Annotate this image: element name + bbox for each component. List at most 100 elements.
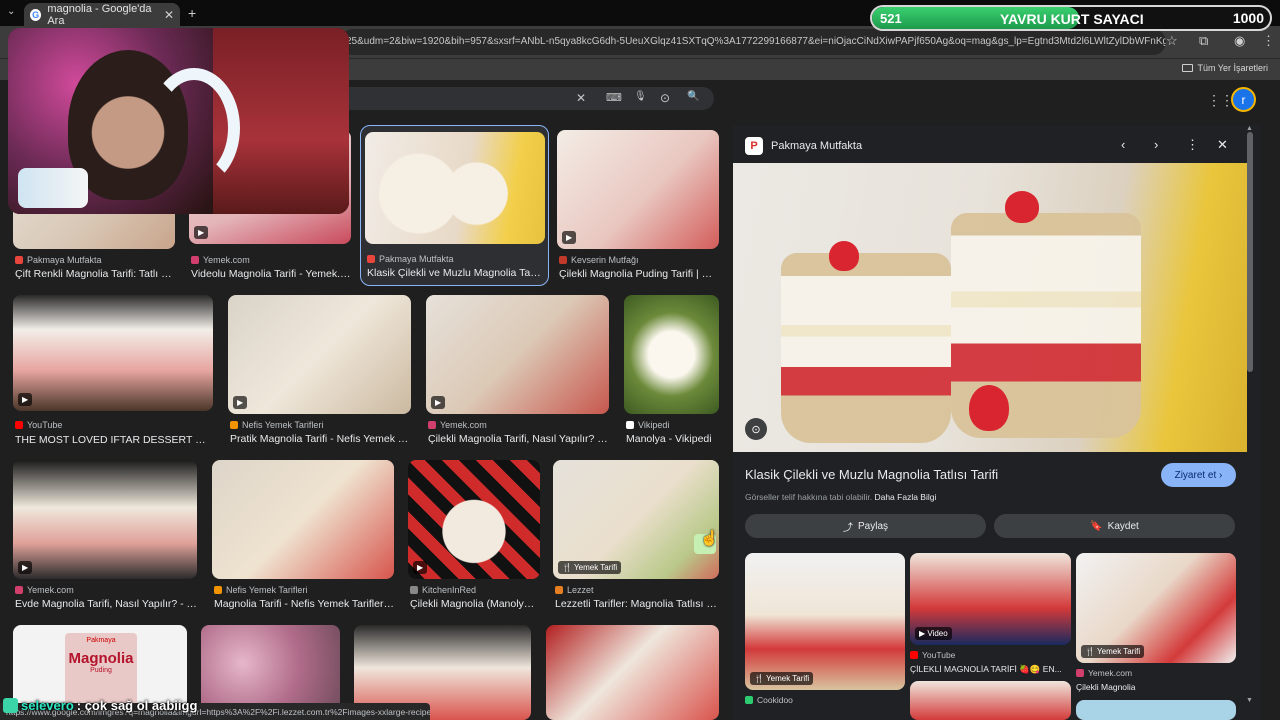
visit-button[interactable]: Ziyaret et › (1161, 463, 1236, 487)
mic-icon[interactable]: 🎙 (634, 91, 647, 102)
result-thumbnail[interactable]: ▶ (13, 295, 213, 411)
related-title[interactable]: ÇİLEKLİ MAGNOLİA TARİFİ 🍓😋 EN... (910, 664, 1071, 675)
scroll-down-icon[interactable]: ▼ (1246, 697, 1253, 704)
panel-source[interactable]: P Pakmaya Mutfakta (745, 137, 862, 155)
chat-message: : çok sağ ol aabiigg (76, 698, 198, 713)
visual-search-icon[interactable]: ⊙ (745, 418, 767, 440)
result-thumbnail[interactable]: 🍴 Yemek Tarifi (553, 460, 719, 579)
recipe-badge: 🍴 Yemek Tarifi (1081, 645, 1145, 658)
share-button[interactable]: ⤴ Paylaş (745, 514, 986, 538)
result-thumbnail[interactable]: ▶ (228, 295, 411, 414)
result-card[interactable]: ▶ Nefis Yemek Tarifleri Pratik Magnolia … (228, 295, 411, 450)
result-title[interactable]: Çift Renkli Magnolia Tarifi: Tatlı Se... (15, 268, 175, 280)
related-image[interactable] (1076, 700, 1236, 720)
result-card[interactable]: ▶ KitchenInRed Çilekli Magnolia (Manolya… (408, 460, 540, 615)
next-image-icon[interactable]: › (1154, 137, 1158, 152)
prev-image-icon[interactable]: ‹ (1121, 137, 1125, 152)
result-title[interactable]: Çilekli Magnolia Puding Tarifi | Ke... (559, 268, 719, 280)
save-button[interactable]: 🔖 Kaydet (994, 514, 1235, 538)
panel-title[interactable]: Klasik Çilekli ve Muzlu Magnolia Tatlısı… (745, 467, 998, 482)
new-tab-icon[interactable]: + (188, 5, 196, 21)
scroll-up-icon[interactable]: ▲ (1246, 125, 1253, 132)
counter-max: 1000 (1232, 10, 1264, 26)
result-source: Lezzet (555, 585, 594, 595)
result-title[interactable]: Klasik Çilekli ve Muzlu Magnolia Tatlıs.… (367, 267, 543, 279)
recipe-badge: 🍴 Yemek Tarifi (750, 672, 814, 685)
related-image[interactable]: ▶ Video (910, 553, 1071, 645)
recipe-badge: 🍴 Yemek Tarifi (558, 561, 622, 574)
search-box[interactable]: ✕ ⌨ 🎙 ⊙ 🔍 (340, 87, 714, 110)
result-card[interactable]: ▶ Yemek.com Çilekli Magnolia Tarifi, Nas… (426, 295, 609, 450)
result-thumbnail[interactable] (365, 132, 545, 244)
related-source: Yemek.com (1076, 668, 1132, 678)
profile-icon[interactable]: ◉ (1234, 33, 1245, 49)
share-label: Paylaş (857, 520, 888, 532)
result-card[interactable]: Vikipedi Manolya - Vikipedi (624, 295, 719, 450)
related-image[interactable]: 🍴 Yemek Tarifi (1076, 553, 1236, 663)
video-badge: ▶ (18, 561, 33, 574)
result-card[interactable]: ▶ Yemek.com Evde Magnolia Tarifi, Nasıl … (13, 460, 197, 615)
keyboard-icon[interactable]: ⌨ (606, 91, 622, 104)
tab-search-icon[interactable]: ⌄ (7, 6, 15, 17)
address-bar[interactable]: 25&udm=2&biw=1920&bih=957&sxsrf=ANbL-n5q… (340, 29, 1166, 55)
result-thumbnail[interactable] (212, 460, 394, 579)
result-card[interactable]: ▶ YouTube THE MOST LOVED IFTAR DESSERT 🍹… (13, 295, 213, 450)
result-title[interactable]: Videolu Magnolia Tarifi - Yemek.com (191, 268, 351, 280)
bookmark-star-icon[interactable]: ☆ (1166, 33, 1178, 49)
result-thumbnail[interactable]: ▶ (408, 460, 540, 579)
result-source: Kevserin Mutfağı (559, 255, 639, 265)
result-card[interactable] (546, 625, 719, 720)
preview-image[interactable] (733, 163, 1247, 452)
related-source: Cookidoo (745, 695, 793, 705)
google-favicon-icon: G (30, 8, 42, 21)
result-card[interactable]: Nefis Yemek Tarifleri Magnolia Tarifi - … (212, 460, 394, 615)
save-label: Kaydet (1107, 520, 1139, 532)
video-badge: ▶ (562, 231, 577, 244)
result-title[interactable]: Magnolia Tarifi - Nefis Yemek Tarifleri … (214, 598, 394, 610)
search-icon[interactable]: 🔍 (687, 91, 699, 102)
all-bookmarks-label: Tüm Yer İşaretleri (1197, 63, 1268, 73)
video-badge: ▶ (413, 561, 428, 574)
copyright-note: Görseller telif hakkına tabi olabilir. D… (745, 492, 937, 502)
result-thumbnail[interactable]: ▶ (426, 295, 609, 414)
result-title[interactable]: Lezzetli Tarifler: Magnolia Tatlısı N... (555, 598, 719, 610)
close-panel-icon[interactable]: ✕ (1217, 137, 1228, 153)
counter-current: 521 (880, 11, 902, 26)
related-title[interactable]: Çilekli Magnolia (1076, 682, 1236, 692)
browser-menu-icon[interactable]: ⋮ (1262, 33, 1275, 49)
mouse-cursor-icon: ☝ (700, 530, 719, 547)
result-title[interactable]: Evde Magnolia Tarifi, Nasıl Yapılır? - Y… (15, 598, 197, 610)
product-sub: Puding (90, 667, 112, 674)
result-thumbnail[interactable]: ▶ (557, 130, 719, 249)
clear-search-icon[interactable]: ✕ (576, 91, 586, 105)
result-title[interactable]: Pratik Magnolia Tarifi - Nefis Yemek Tar… (230, 433, 411, 445)
account-avatar[interactable]: r (1231, 87, 1256, 112)
learn-more-link[interactable]: Daha Fazla Bilgi (874, 492, 936, 502)
related-image[interactable] (910, 681, 1071, 720)
result-card-selected[interactable]: Pakmaya Mutfakta Klasik Çilekli ve Muzlu… (365, 132, 545, 282)
result-title[interactable]: Çilekli Magnolia (Manolya) ... (410, 598, 540, 610)
more-options-icon[interactable]: ⋮ (1186, 137, 1199, 153)
tab-google-search[interactable]: G magnolia - Google'da Ara ✕ (24, 2, 180, 27)
result-title[interactable]: THE MOST LOVED IFTAR DESSERT 🍹 S... (15, 433, 213, 446)
result-card[interactable]: ▶ Kevserin Mutfağı Çilekli Magnolia Pudi… (557, 130, 719, 285)
result-title[interactable]: Manolya - Vikipedi (626, 433, 719, 445)
result-thumbnail[interactable]: ▶ (13, 460, 197, 579)
related-image[interactable]: 🍴 Yemek Tarifi (745, 553, 905, 690)
result-thumbnail[interactable] (624, 295, 719, 414)
source-logo-icon: P (745, 137, 763, 155)
product-brand: Pakmaya (86, 637, 116, 644)
all-bookmarks-button[interactable]: Tüm Yer İşaretleri (1182, 63, 1268, 73)
image-preview-panel: P Pakmaya Mutfakta ‹ › ⋮ ✕ ⊙ Klasik Çile… (733, 125, 1261, 720)
result-title[interactable]: Çilekli Magnolia Tarifi, Nasıl Yapılır? … (428, 433, 609, 445)
video-badge: ▶ (431, 396, 446, 409)
result-thumbnail[interactable] (546, 625, 719, 720)
panel-scrollbar[interactable] (1247, 132, 1253, 372)
lens-search-icon[interactable]: ⊙ (660, 91, 670, 105)
extensions-icon[interactable]: ⧉ (1199, 33, 1208, 49)
tab-title: magnolia - Google'da Ara (47, 2, 152, 27)
bookmark-icon: 🔖 (1090, 520, 1103, 532)
tab-close-icon[interactable]: ✕ (164, 8, 174, 22)
video-badge: ▶ (194, 226, 209, 239)
counter-label: YAVRU KURT SAYACI (1000, 11, 1144, 27)
